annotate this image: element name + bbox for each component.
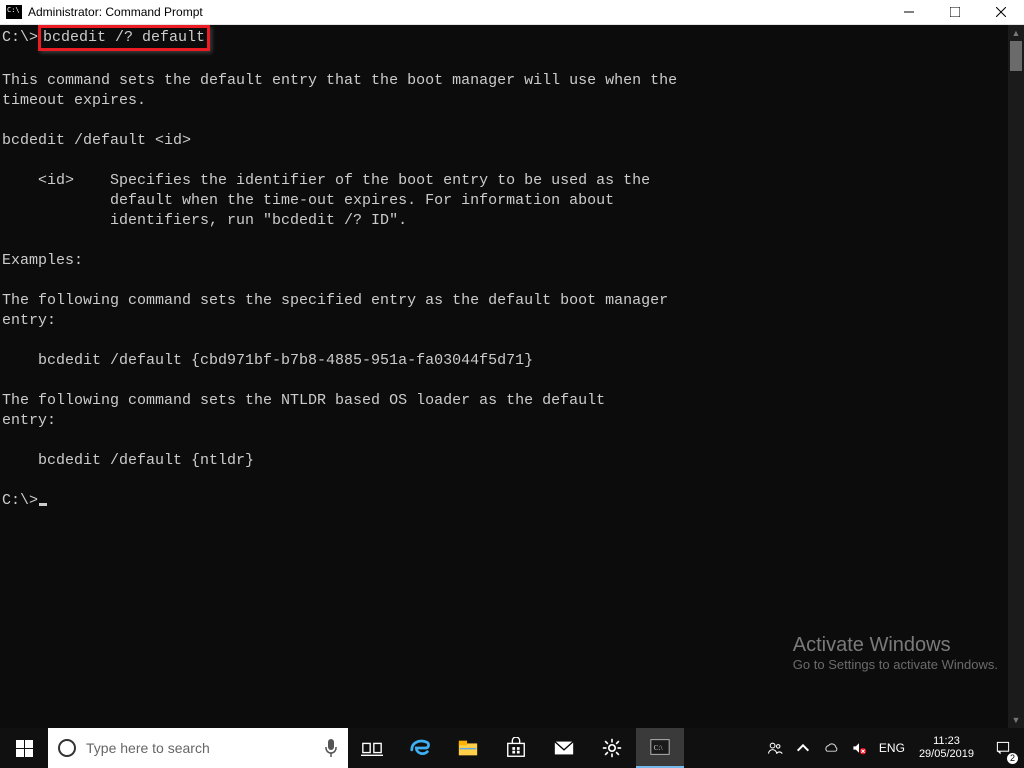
search-placeholder: Type here to search: [86, 740, 314, 756]
notification-badge: 2: [1007, 753, 1018, 764]
watermark-line2: Go to Settings to activate Windows.: [793, 657, 998, 672]
taskbar-search[interactable]: Type here to search: [48, 728, 348, 768]
vertical-scrollbar[interactable]: ▲ ▼: [1008, 25, 1024, 728]
language-indicator[interactable]: ENG: [873, 728, 911, 768]
microphone-icon[interactable]: [324, 739, 338, 757]
scroll-up-button[interactable]: ▲: [1008, 25, 1024, 41]
title-bar: Administrator: Command Prompt: [0, 0, 1024, 25]
settings-button[interactable]: [588, 728, 636, 768]
scroll-thumb[interactable]: [1010, 41, 1022, 71]
highlighted-command: bcdedit /? default: [38, 25, 210, 51]
window-title: Administrator: Command Prompt: [28, 5, 203, 19]
maximize-button[interactable]: [932, 0, 978, 25]
edge-button[interactable]: [396, 728, 444, 768]
window: Administrator: Command Prompt C:\>bcdedi…: [0, 0, 1024, 768]
store-button[interactable]: [492, 728, 540, 768]
clock-time: 11:23: [933, 735, 960, 748]
terminal-area[interactable]: C:\>bcdedit /? default This command sets…: [0, 25, 1024, 728]
cmd-taskbar-button[interactable]: C:\: [636, 728, 684, 768]
tray-expand-icon[interactable]: [789, 728, 817, 768]
clock[interactable]: 11:23 29/05/2019: [911, 735, 982, 761]
clock-date: 29/05/2019: [919, 748, 974, 761]
volume-icon[interactable]: [845, 728, 873, 768]
watermark-line1: Activate Windows: [793, 634, 998, 657]
prompt-2: C:\>: [2, 492, 38, 509]
svg-text:C:\: C:\: [654, 743, 664, 752]
cmd-icon: [6, 5, 22, 19]
taskbar: Type here to search C:\: [0, 728, 1024, 768]
scroll-down-button[interactable]: ▼: [1008, 712, 1024, 728]
activate-windows-watermark: Activate Windows Go to Settings to activ…: [793, 634, 998, 672]
terminal-output: This command sets the default entry that…: [2, 72, 677, 469]
start-button[interactable]: [0, 728, 48, 768]
mail-button[interactable]: [540, 728, 588, 768]
prompt-1: C:\>: [2, 29, 38, 46]
action-center-button[interactable]: 2: [982, 728, 1024, 768]
file-explorer-button[interactable]: [444, 728, 492, 768]
close-button[interactable]: [978, 0, 1024, 25]
system-tray: ENG 11:23 29/05/2019 2: [761, 728, 1024, 768]
cursor: [39, 503, 47, 506]
task-view-button[interactable]: [348, 728, 396, 768]
people-icon[interactable]: [761, 728, 789, 768]
onedrive-icon[interactable]: [817, 728, 845, 768]
terminal-content: C:\>bcdedit /? default This command sets…: [0, 25, 1008, 728]
minimize-button[interactable]: [886, 0, 932, 25]
cortana-icon: [58, 739, 76, 757]
